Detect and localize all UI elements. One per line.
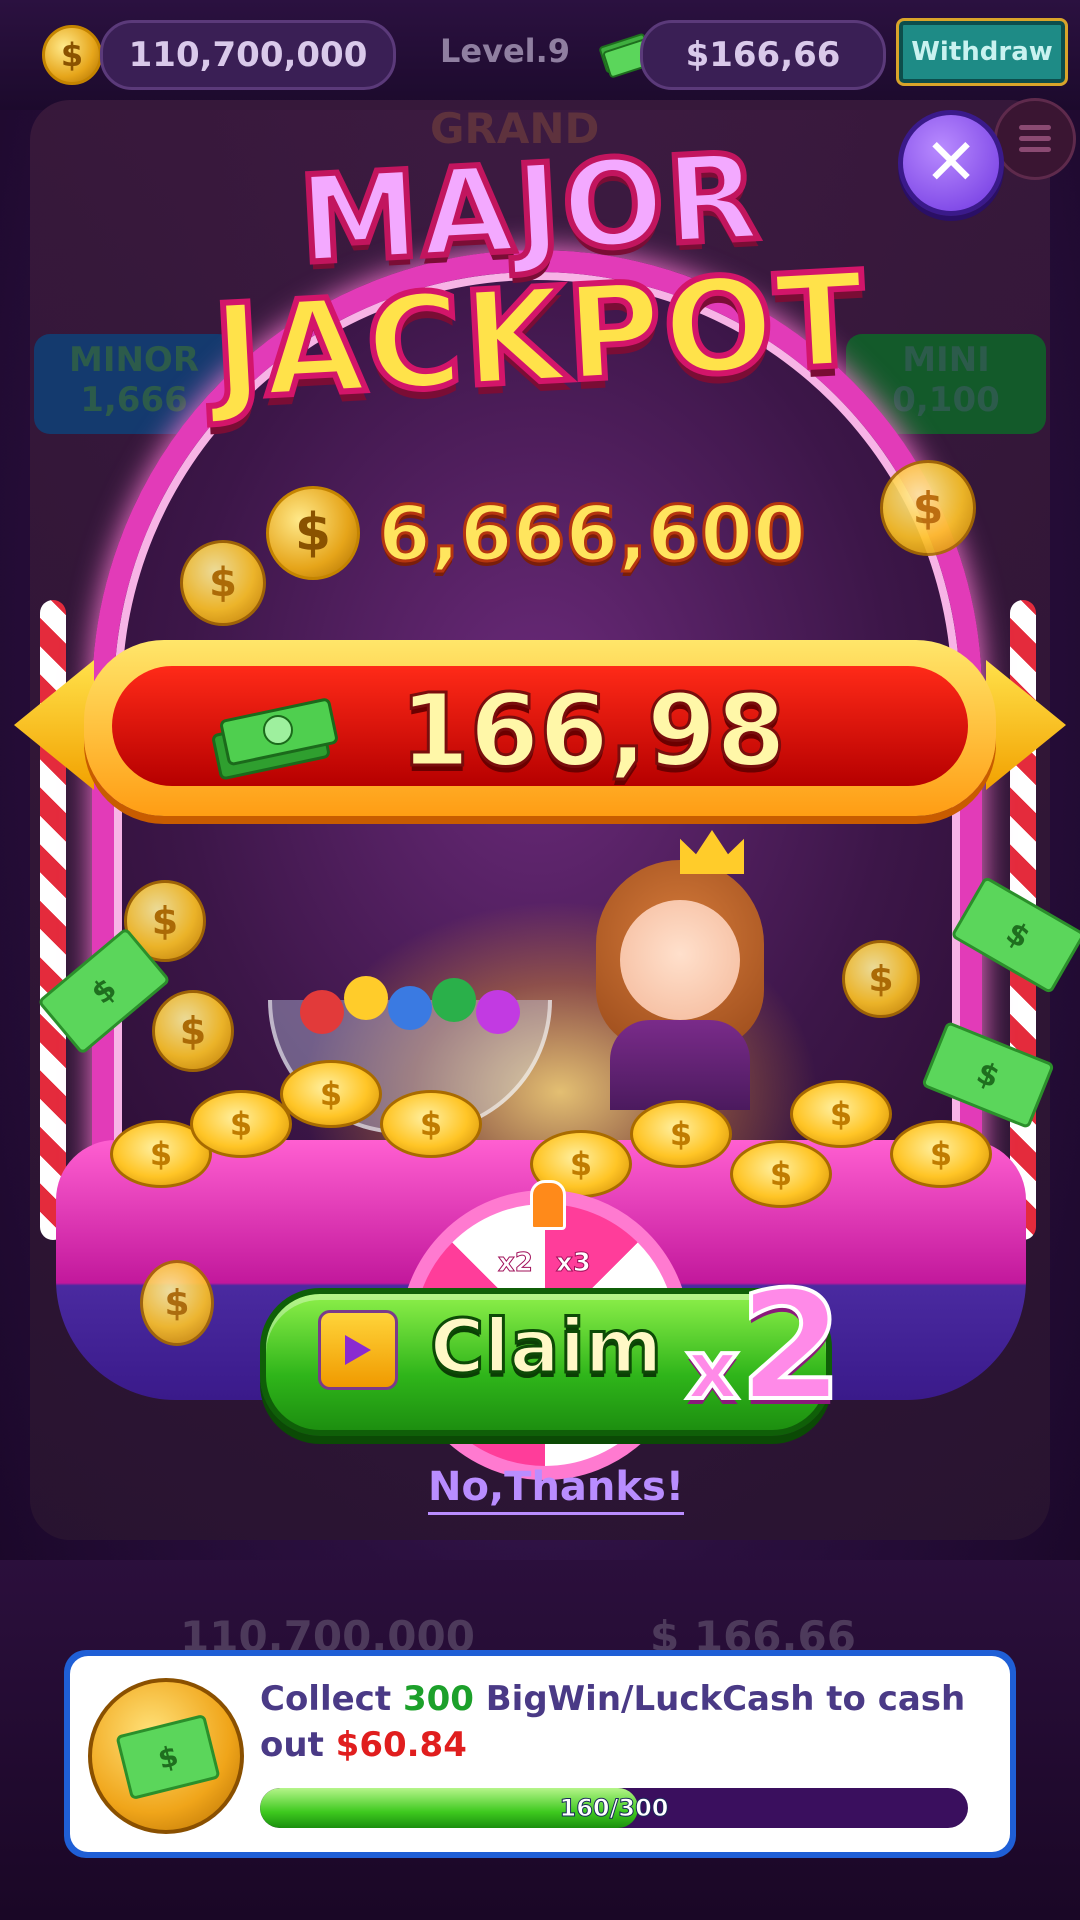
close-icon: ✕ [924, 126, 978, 200]
wheel-label-x2: x2 [498, 1248, 534, 1279]
no-thanks-link[interactable]: No,Thanks! [428, 1464, 685, 1515]
floating-coin: $ [842, 940, 920, 1018]
princess-face [620, 900, 740, 1020]
close-button[interactable]: ✕ [898, 110, 1004, 216]
cash-stack-icon [212, 698, 338, 780]
coin-stack: $ [790, 1080, 892, 1148]
coin-icon: $ [42, 25, 102, 85]
coin-reward-amount: 6,666,600 [377, 487, 808, 579]
floating-coin: $ [180, 540, 266, 626]
floating-coin: $ [152, 990, 234, 1072]
cashout-message: Collect 300 BigWin/LuckCash to cash out … [260, 1679, 966, 1765]
claim-label: Claim [428, 1303, 663, 1392]
coin-stack: $ [280, 1060, 382, 1128]
coin-stack: $ [730, 1140, 832, 1208]
goal-count: 300 [402, 1679, 474, 1719]
candy-ball [476, 990, 520, 1034]
menu-button[interactable] [994, 98, 1076, 180]
floating-coin: $ [140, 1260, 214, 1346]
multiplier-x: x [684, 1321, 741, 1420]
candy-ball [432, 978, 476, 1022]
coin-balance: 110,700,000 [100, 20, 396, 90]
candy-ball [344, 976, 388, 1020]
level-indicator: Level.9 [440, 32, 571, 70]
withdraw-button[interactable]: Withdraw [896, 18, 1068, 86]
claim-multiplier: x2 [684, 1258, 845, 1436]
cash-balance: $166,66 [640, 20, 886, 90]
coin-stack: $ [190, 1090, 292, 1158]
cash-reward-amount: 166,98 [399, 671, 788, 791]
coin-stack: $ [380, 1090, 482, 1158]
floating-coin: $ [880, 460, 976, 556]
cash-coin-icon: $ [88, 1678, 244, 1834]
top-hud: $ 110,700,000 Level.9 $166,66 Withdraw [0, 0, 1080, 110]
progress-label: 160/300 [559, 1794, 669, 1823]
candy-ball [300, 990, 344, 1034]
cashout-progress-bar: 160/300 [260, 1788, 968, 1828]
cash-stack-icon: $ [115, 1713, 221, 1801]
coin-icon: $ [266, 486, 360, 580]
wheel-label-x3: x3 [556, 1248, 592, 1279]
coin-reward-row: $ 6,666,600 [266, 478, 826, 588]
multiplier-value: 2 [737, 1258, 845, 1436]
coin-stack: $ [890, 1120, 992, 1188]
cashout-amount: $60.84 [335, 1725, 467, 1765]
video-ad-icon [318, 1310, 398, 1390]
wheel-pointer [530, 1180, 566, 1230]
princess-dress [610, 1020, 750, 1110]
candy-ball [388, 986, 432, 1030]
menu-icon [1019, 125, 1051, 130]
cashout-progress-card: $ Collect 300 BigWin/LuckCash to cash ou… [64, 1650, 1016, 1858]
coin-stack: $ [630, 1100, 732, 1168]
